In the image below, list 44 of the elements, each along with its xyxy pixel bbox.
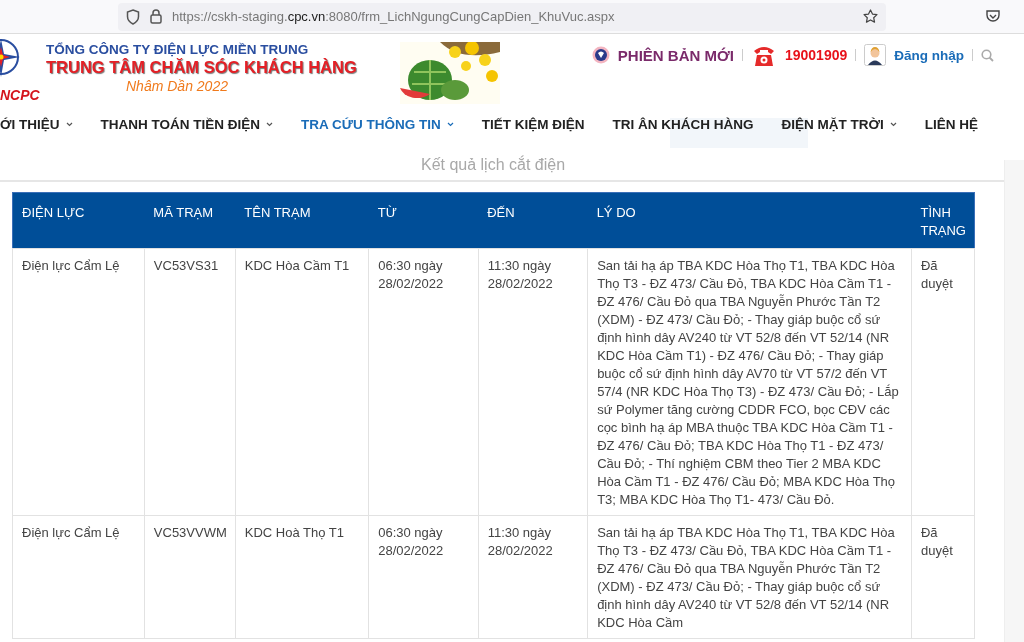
column-header: ĐẾN bbox=[478, 192, 588, 249]
table-cell: KDC Hòa Cầm T1 bbox=[235, 248, 369, 516]
table-cell: San tải hạ áp TBA KDC Hòa Thọ T1, TBA KDC Hòa Thọ T3 - ĐZ 473/ Cầu Đỏ, TBA KDC Hòa Cầm T1 - ĐZ 476/ Cầu Đỏ qua TBA Nguyễn Phước Tần T2 (XDM) - ĐZ 473/ Cầu Đỏ; - Thay giáp buộc cổ sứ định hình dây AV240 từ VT 52/8 đến VT 52/14 (NR KDC Hòa Cầm bbox=[587, 515, 912, 639]
nav-item[interactable]: TRI ÂN KHÁCH HÀNG bbox=[598, 116, 768, 132]
column-header: LÝ DO bbox=[587, 192, 912, 249]
results-title: Kết quả lịch cắt điện bbox=[419, 154, 567, 175]
lock-icon bbox=[150, 9, 162, 24]
globe-icon bbox=[591, 46, 610, 64]
address-bar[interactable]: https://cskh-staging.cpc.vn:8080/frm_LichNgungCungCapDien_KhuVuc.aspx bbox=[118, 2, 886, 31]
table-cell: Đã duyệt bbox=[911, 248, 975, 516]
table-cell: 11:30 ngày 28/02/2022 bbox=[478, 515, 588, 639]
column-header: TỪ bbox=[368, 192, 479, 249]
column-header: TÊN TRẠM bbox=[235, 192, 369, 249]
nav-item[interactable]: ỚI THIỆU bbox=[0, 116, 87, 132]
nav-item[interactable]: TRA CỨU THÔNG TIN bbox=[287, 116, 468, 132]
new-version-link[interactable]: PHIÊN BẢN MỚI bbox=[617, 46, 734, 64]
table-cell: San tải hạ áp TBA KDC Hòa Thọ T1, TBA KDC Hòa Thọ T3 - ĐZ 473/ Cầu Đỏ, TBA KDC Hòa Cầm T1 - ĐZ 476/ Cầu Đỏ qua TBA Nguyễn Phước Tần T2 (XDM) - ĐZ 473/ Cầu Đỏ; - Thay giáp buộc cổ sứ định hình dây AV240 từ VT 52/8 đến VT 52/14 (NR KDC Hòa Cầm T1) - ĐZ 476/ Cầu Đỏ; - Thay giáp buộc cổ sứ định hình dây AV70 từ VT 57/2 đến VT 57/4 (NR KDC Hòa Thọ T3) - ĐZ 473/ Cầu Đỏ; - Lắp sứ Polymer tăng cường CDDR FCO, bọc CĐV các cọc bình hạ áp MBA thuộc TBA KDC Hòa Cầm T1 - ĐZ 476/ Cầu Đỏ; TBA KDC Hòa Thọ T1 - ĐZ 473/ Cầu Đỏ; - Thí nghiệm CBM theo Tier 2 MBA KDC Hòa Cầm T1 - ĐZ 476/ Cầu Đỏ; MBA KDC Hòa Thọ T3; MBA KDC Hòa Thọ T1- 473/ Cầu Đỏ. bbox=[587, 248, 912, 516]
new-year-greeting: Nhâm Dần 2022 bbox=[126, 78, 229, 94]
table-cell: VC53VVWM bbox=[144, 515, 236, 639]
nav-item[interactable]: TIẾT KIỆM ĐIỆN bbox=[467, 116, 599, 132]
nav-item[interactable]: LIÊN HỆ bbox=[910, 116, 993, 132]
table-cell: Đã duyệt bbox=[911, 515, 975, 639]
table-cell: Điện lực Cẩm Lệ bbox=[12, 248, 145, 516]
table-cell: VC53VS31 bbox=[144, 248, 236, 516]
table-cell: 11:30 ngày 28/02/2022 bbox=[478, 248, 588, 516]
login-link[interactable]: Đăng nhập bbox=[894, 47, 964, 63]
column-header: TÌNH TRẠNG bbox=[911, 192, 975, 249]
column-header: MÃ TRẠM bbox=[144, 192, 236, 249]
table-cell: 06:30 ngày 28/02/2022 bbox=[368, 515, 479, 639]
logo-text: NCPC bbox=[0, 87, 40, 103]
pocket-icon[interactable] bbox=[986, 10, 1000, 23]
hotline-number[interactable]: 19001909 bbox=[784, 47, 848, 63]
center-title: TRUNG TÂM CHĂM SÓC KHÁCH HÀNG bbox=[46, 58, 357, 77]
column-header: ĐIỆN LỰC bbox=[12, 192, 145, 249]
company-name: TỔNG CÔNG TY ĐIỆN LỰC MIỀN TRUNG bbox=[46, 42, 310, 57]
table-cell: 06:30 ngày 28/02/2022 bbox=[368, 248, 479, 516]
table-cell: Điện lực Cẩm Lệ bbox=[12, 515, 145, 639]
url-text: https://cskh-staging.cpc.vn:8080/frm_LichNgungCungCapDien_KhuVuc.aspx bbox=[172, 9, 616, 24]
shield-icon[interactable] bbox=[126, 8, 140, 25]
nav-item[interactable]: ĐIỆN MẶT TRỜI bbox=[767, 116, 911, 132]
star-icon[interactable] bbox=[863, 9, 878, 24]
table-cell: KDC Hoà Thọ T1 bbox=[235, 515, 369, 639]
nav-item[interactable]: THANH TOÁN TIỀN ĐIỆN bbox=[86, 116, 288, 132]
avatar-icon bbox=[864, 44, 887, 66]
